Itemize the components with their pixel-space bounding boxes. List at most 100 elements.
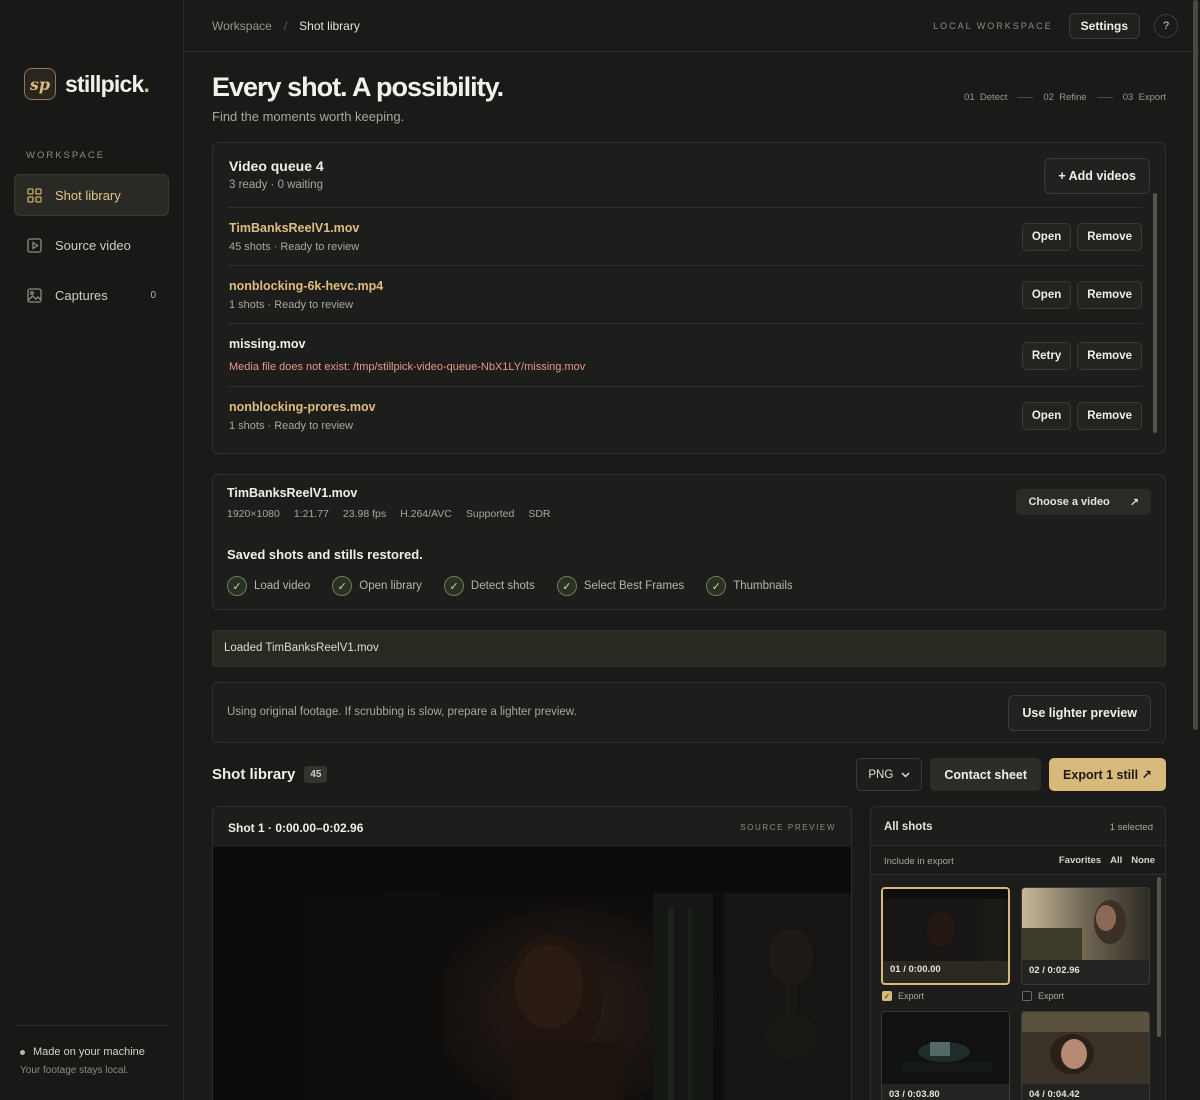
- choose-video-button[interactable]: Choose a video ↗: [1016, 489, 1151, 515]
- step-divider: [1096, 97, 1113, 98]
- spec-duration: 1:21.77: [293, 508, 329, 520]
- sidebar-item-label: Captures: [55, 287, 108, 303]
- brand-name: stillpick.: [65, 70, 150, 98]
- local-status-text: Made on your machine: [33, 1046, 145, 1058]
- breadcrumb-separator: /: [283, 19, 288, 33]
- page-scrollbar[interactable]: [1193, 0, 1198, 730]
- check-icon: ✓: [332, 576, 353, 596]
- brand-logo[interactable]: sp stillpick.: [24, 68, 150, 100]
- queue-row: TimBanksReelV1.mov 45 shots · Ready to r…: [228, 207, 1142, 265]
- shot-count-badge: 45: [304, 766, 328, 783]
- shot-thumbnail: [1022, 1012, 1149, 1084]
- queue-file-meta: 1 shots · Ready to review: [229, 420, 354, 432]
- video-frame-image: [213, 847, 851, 1100]
- queue-file-meta: 1 shots · Ready to review: [229, 299, 354, 311]
- sidebar-item-label: Shot library: [55, 187, 121, 203]
- use-lighter-preview-button[interactable]: Use lighter preview: [1008, 695, 1151, 731]
- favorites-link[interactable]: Favorites: [1059, 855, 1101, 866]
- selection-links: Favorites All None: [1050, 855, 1155, 866]
- sidebar-section-label: WORKSPACE: [26, 150, 106, 161]
- checkbox-checked-icon: ✓: [882, 991, 892, 1001]
- queue-file-name[interactable]: nonblocking-6k-hevc.mp4: [229, 279, 383, 293]
- help-button[interactable]: ?: [1154, 14, 1178, 38]
- queue-error-message: Media file does not exist: /tmp/stillpic…: [229, 361, 586, 373]
- source-preview-label: SOURCE PREVIEW: [740, 823, 836, 832]
- preview-notice-text: Using original footage. If scrubbing is …: [227, 706, 577, 718]
- shot-thumbnail: [882, 1012, 1009, 1084]
- brand-dot: .: [143, 70, 150, 97]
- export-filter-bar: Include in export Favorites All None: [871, 845, 1165, 875]
- queue-summary: 3 ready · 0 waiting: [229, 179, 323, 191]
- shot-tile[interactable]: 01 / 0:00.00: [881, 887, 1010, 985]
- settings-button[interactable]: Settings: [1068, 13, 1140, 39]
- remove-button[interactable]: Remove: [1077, 342, 1142, 370]
- video-frame[interactable]: [213, 847, 851, 1100]
- sidebar-item-source-video[interactable]: Source video: [14, 224, 169, 266]
- pipeline-step-load-video: ✓ Load video: [227, 576, 310, 596]
- queue-row-actions: Open Remove: [1016, 402, 1142, 430]
- open-button[interactable]: Open: [1021, 402, 1072, 430]
- include-in-export-label: Include in export: [884, 856, 954, 867]
- shot-library-title-text: Shot library: [212, 766, 296, 783]
- queue-row-error: missing.mov Media file does not exist: /…: [228, 323, 1142, 386]
- shot-export-toggle[interactable]: ✓ Export: [882, 991, 924, 1001]
- shots-scrollbar[interactable]: [1157, 877, 1161, 1037]
- workflow-steps: 01 Detect 02 Refine 03 Export: [964, 92, 1166, 103]
- pipeline-step-label: Select Best Frames: [583, 580, 685, 592]
- export-still-button[interactable]: Export 1 still ↗: [1049, 758, 1166, 791]
- all-shots-title: All shots: [884, 821, 933, 833]
- pipeline-steps: ✓ Load video ✓ Open library ✓ Detect sho…: [227, 576, 815, 596]
- select-all-link[interactable]: All: [1110, 855, 1122, 866]
- add-videos-button[interactable]: + Add videos: [1044, 158, 1150, 194]
- image-icon: [27, 287, 42, 303]
- play-square-icon: [27, 237, 42, 253]
- remove-button[interactable]: Remove: [1077, 223, 1142, 251]
- local-workspace-label: LOCAL WORKSPACE: [933, 21, 1053, 31]
- select-none-link[interactable]: None: [1131, 855, 1155, 866]
- status-dot-icon: [20, 1049, 25, 1055]
- grid-icon: [27, 187, 42, 203]
- format-select-value: PNG: [868, 768, 894, 781]
- shot-tile[interactable]: 03 / 0:03.80: [881, 1011, 1010, 1100]
- queue-scrollbar[interactable]: [1153, 193, 1157, 433]
- check-icon: ✓: [556, 576, 577, 596]
- step-divider: [1017, 97, 1034, 98]
- preview-shot-title: Shot 1 · 0:00.00–0:02.96: [228, 821, 364, 835]
- queue-file-name[interactable]: nonblocking-prores.mov: [229, 400, 376, 414]
- external-arrow-icon: ↗: [1129, 496, 1139, 509]
- remove-button[interactable]: Remove: [1077, 281, 1142, 309]
- check-icon: ✓: [706, 576, 727, 596]
- choose-video-label: Choose a video: [1028, 496, 1110, 508]
- shot-tile-label: 04 / 0:04.42: [1029, 1089, 1080, 1100]
- loaded-status-text: Loaded TimBanksReelV1.mov: [224, 642, 379, 654]
- shot-tile[interactable]: 04 / 0:04.42: [1021, 1011, 1150, 1100]
- breadcrumb-workspace[interactable]: Workspace: [212, 19, 272, 33]
- queue-file-name: missing.mov: [229, 337, 306, 351]
- pipeline-step-label: Load video: [254, 580, 311, 592]
- top-actions: LOCAL WORKSPACE Settings ?: [933, 13, 1178, 39]
- source-preview-panel: Shot 1 · 0:00.00–0:02.96 SOURCE PREVIEW: [212, 806, 852, 1100]
- queue-file-name[interactable]: TimBanksReelV1.mov: [229, 221, 359, 235]
- video-specs: 1920×1080 1:21.77 23.98 fps H.264/AVC Su…: [227, 508, 565, 520]
- queue-row: nonblocking-prores.mov 1 shots · Ready t…: [228, 386, 1142, 444]
- shot-tile-label: 01 / 0:00.00: [890, 964, 941, 975]
- open-button[interactable]: Open: [1021, 223, 1072, 251]
- chevron-down-icon: [901, 769, 910, 781]
- contact-sheet-button[interactable]: Contact sheet: [930, 758, 1042, 791]
- open-button[interactable]: Open: [1021, 281, 1072, 309]
- shot-tile-label: 03 / 0:03.80: [889, 1089, 940, 1100]
- format-select[interactable]: PNG: [856, 758, 923, 791]
- remove-button[interactable]: Remove: [1077, 402, 1142, 430]
- pipeline-step-label: Open library: [359, 580, 422, 592]
- restore-status: Saved shots and stills restored.: [227, 547, 423, 562]
- shot-tile[interactable]: 02 / 0:02.96: [1021, 887, 1150, 985]
- sidebar-item-captures[interactable]: Captures 0: [14, 274, 169, 316]
- pipeline-step-label: Thumbnails: [733, 580, 793, 592]
- sidebar-item-shot-library[interactable]: Shot library: [14, 174, 169, 216]
- sidebar-footer: Made on your machine Your footage stays …: [14, 1025, 169, 1076]
- pipeline-step-best-frames: ✓ Select Best Frames: [556, 576, 685, 596]
- shot-export-toggle[interactable]: Export: [1022, 991, 1064, 1001]
- loaded-status-bar: Loaded TimBanksReelV1.mov: [212, 630, 1166, 667]
- queue-title: Video queue 4: [229, 158, 324, 174]
- retry-button[interactable]: Retry: [1021, 342, 1072, 370]
